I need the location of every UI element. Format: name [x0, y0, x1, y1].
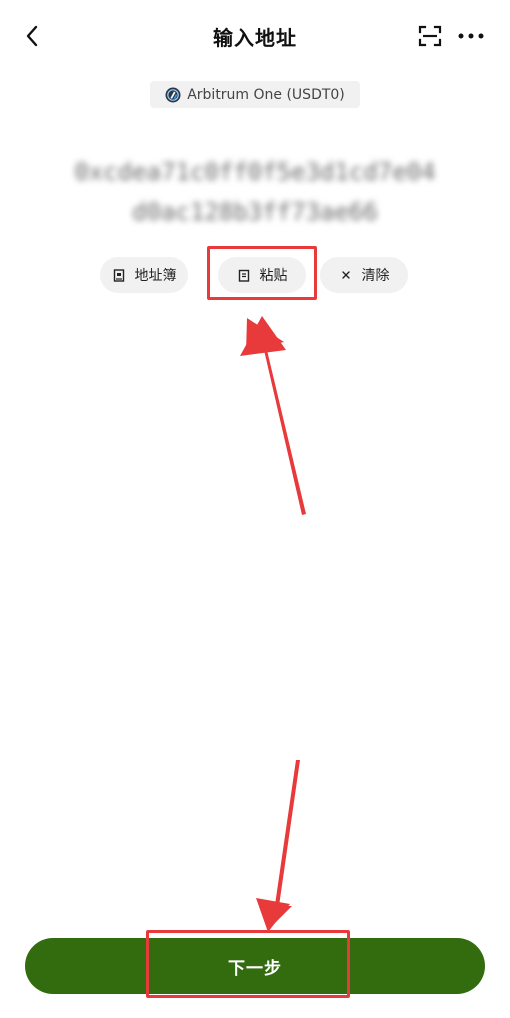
- paste-label: 粘贴: [259, 268, 288, 284]
- annotation-arrow-up-head: [240, 316, 286, 356]
- more-dots-icon: [458, 33, 484, 39]
- scan-icon: [418, 25, 442, 47]
- annotation-arrow-up: [246, 318, 306, 515]
- annotation-arrow-down: [262, 760, 300, 930]
- next-step-label: 下一步: [228, 958, 282, 979]
- clear-button[interactable]: 清除: [320, 257, 408, 293]
- address-line-1: 0xcdea71c0ff0f5e3d1cd7e04: [74, 158, 436, 186]
- address-text: 0xcdea71c0ff0f5e3d1cd7e04 d0ac128b3ff73a…: [30, 152, 480, 232]
- address-book-label: 地址簿: [134, 268, 177, 284]
- clear-label: 清除: [361, 268, 390, 284]
- header: 输入地址: [0, 0, 510, 72]
- clipboard-icon: [237, 268, 251, 282]
- book-icon: [112, 268, 126, 282]
- paste-button[interactable]: 粘贴: [218, 257, 306, 293]
- address-input-screen: 输入地址 Arbitrum One (USDT0) 0xcdea71c0ff0f…: [0, 0, 510, 1018]
- network-badge[interactable]: Arbitrum One (USDT0): [150, 81, 360, 108]
- annotation-arrow-down-head: [256, 898, 290, 932]
- more-button[interactable]: [456, 22, 486, 50]
- network-label: Arbitrum One (USDT0): [187, 86, 345, 103]
- close-icon: [339, 268, 353, 282]
- arbitrum-logo-icon: [165, 87, 181, 102]
- next-step-button[interactable]: 下一步: [25, 938, 485, 994]
- address-book-button[interactable]: 地址簿: [100, 257, 188, 293]
- address-line-2: d0ac128b3ff73ae66: [132, 198, 378, 226]
- scan-button[interactable]: [416, 22, 444, 50]
